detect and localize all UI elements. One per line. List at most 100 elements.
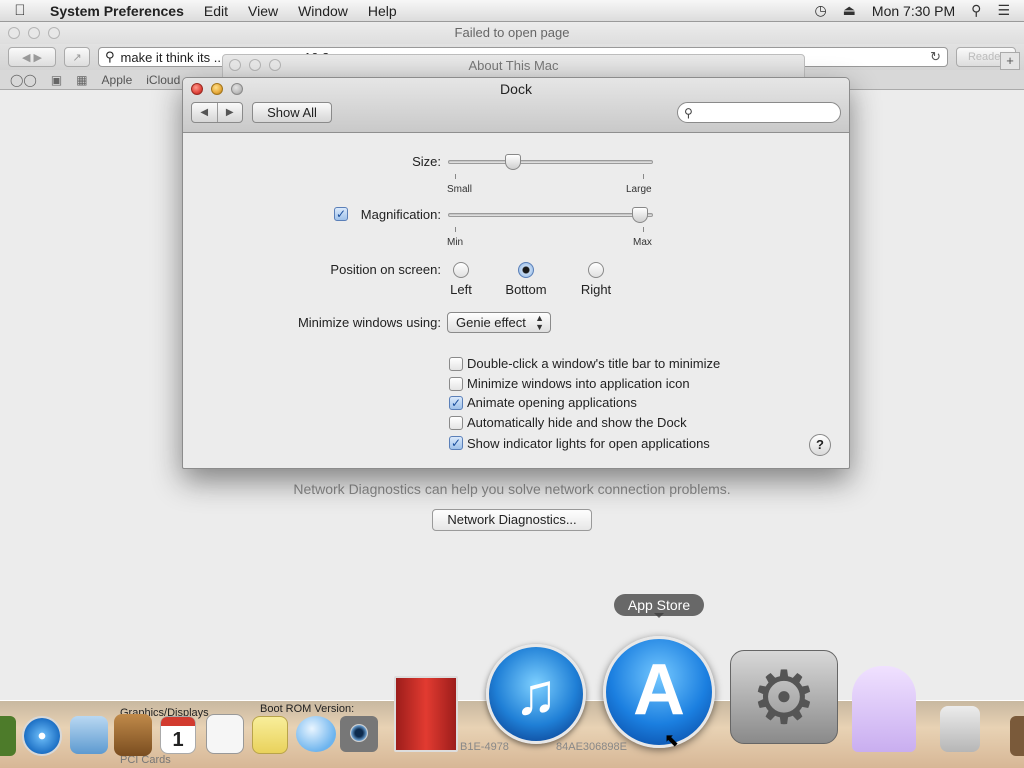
- mag-tick-min: [455, 227, 456, 232]
- mail-stamp-icon[interactable]: [70, 716, 108, 754]
- double-click-minimize-label: Double-click a window's title bar to min…: [467, 356, 721, 371]
- notes-icon[interactable]: [252, 716, 288, 754]
- spotlight-search-icon[interactable]: ⚲: [971, 2, 981, 19]
- magnification-checkbox[interactable]: ✓: [334, 207, 348, 221]
- position-bottom-label: Bottom: [505, 282, 547, 297]
- menu-window[interactable]: Window: [288, 0, 358, 22]
- help-button[interactable]: ?: [809, 434, 831, 456]
- minimize-icon[interactable]: [28, 27, 40, 39]
- dock-info-serial-a: B1E-4978: [460, 741, 509, 753]
- photo-booth-icon[interactable]: [394, 676, 458, 752]
- mag-tick-max: [643, 227, 644, 232]
- about-window-title: About This Mac: [468, 58, 559, 73]
- position-label: Position on screen:: [330, 262, 441, 277]
- system-preferences-gear-icon[interactable]: ⚙: [730, 650, 838, 744]
- size-tick-min: [455, 174, 456, 179]
- minimize-using-label: Minimize windows using:: [297, 315, 441, 330]
- animate-opening-checkbox[interactable]: ✓: [449, 396, 463, 410]
- close-icon[interactable]: [8, 27, 20, 39]
- messages-icon[interactable]: [296, 716, 336, 752]
- dock-tooltip: App Store: [614, 594, 704, 618]
- size-max-label: Large: [626, 184, 652, 195]
- dock-preferences-window: Dock ◀ ▶ Show All ⚲ Size: Small Large ✓ …: [182, 77, 850, 469]
- minimize-into-icon-checkbox[interactable]: [449, 377, 463, 391]
- safari-compass-icon[interactable]: [22, 716, 62, 756]
- magnification-max-label: Max: [633, 237, 652, 248]
- prefs-nav-buttons: ◀ ▶: [191, 102, 243, 123]
- forward-arrow-icon[interactable]: ▶: [216, 103, 243, 122]
- size-slider-knob[interactable]: [505, 154, 522, 170]
- notification-list-icon[interactable]: ☰: [997, 2, 1010, 19]
- bookmark-icloud[interactable]: iCloud: [146, 73, 180, 87]
- reload-icon[interactable]: ↻: [930, 49, 941, 65]
- apple-menu-icon[interactable]: : [0, 2, 40, 19]
- back-arrow-icon[interactable]: ◀: [192, 103, 217, 122]
- zoom-icon[interactable]: [48, 27, 60, 39]
- autohide-dock-checkbox[interactable]: [449, 416, 463, 430]
- position-bottom-radio[interactable]: [518, 262, 534, 278]
- menu-clock[interactable]: Mon 7:30 PM: [872, 3, 955, 19]
- app-store-icon[interactable]: A: [603, 636, 715, 748]
- prefs-search-input[interactable]: [696, 104, 827, 121]
- position-left-label: Left: [450, 282, 472, 297]
- bookmark-apple[interactable]: Apple: [102, 73, 133, 87]
- reminders-icon[interactable]: [206, 714, 244, 754]
- browser-title: Failed to open page: [454, 25, 570, 40]
- indicator-lights-checkbox[interactable]: ✓: [449, 436, 463, 450]
- network-diagnostics-button[interactable]: Network Diagnostics...: [432, 509, 592, 531]
- browser-window-controls: [8, 27, 60, 39]
- calendar-icon[interactable]: 1: [160, 716, 196, 754]
- minimize-into-icon-label: Minimize windows into application icon: [467, 376, 690, 391]
- close-icon[interactable]: [229, 59, 241, 71]
- animate-opening-label: Animate opening applications: [467, 395, 637, 410]
- prefs-title: Dock: [500, 81, 532, 97]
- dock-app-icon-left-edge[interactable]: [0, 716, 16, 756]
- popup-arrows-icon: ▲ ▼: [535, 313, 544, 332]
- facetime-camera-icon[interactable]: [340, 716, 378, 752]
- magnification-min-label: Min: [447, 237, 464, 248]
- mouse-pointer-icon: ⬉: [664, 730, 680, 750]
- prefs-search-field[interactable]: ⚲: [677, 102, 841, 123]
- share-icon[interactable]: ↗: [64, 47, 90, 67]
- browser-titlebar: Failed to open page: [0, 22, 1024, 44]
- size-slider[interactable]: [448, 154, 653, 170]
- setup-assistant-wizard-icon[interactable]: [852, 666, 916, 752]
- menu-view[interactable]: View: [238, 0, 288, 22]
- search-icon: ⚲: [684, 105, 693, 120]
- minimize-effect-popup[interactable]: Genie effect ▲ ▼: [447, 312, 551, 333]
- about-window-controls: [229, 59, 281, 71]
- autohide-dock-label: Automatically hide and show the Dock: [467, 415, 687, 430]
- show-all-button[interactable]: Show All: [252, 102, 332, 123]
- magnification-label: Magnification:: [360, 207, 441, 222]
- position-right-radio[interactable]: [588, 262, 604, 278]
- gear-icon: ⚙: [750, 656, 818, 739]
- bookmarks-book-icon[interactable]: ▣: [51, 73, 62, 87]
- menu-help[interactable]: Help: [358, 0, 407, 22]
- dock-info-bootrom: Boot ROM Version:: [260, 703, 355, 715]
- utility-app-icon[interactable]: [940, 706, 980, 752]
- eject-icon[interactable]: ⏏: [843, 2, 856, 19]
- dock-app-icon-right-edge[interactable]: [1010, 716, 1024, 756]
- dock-info-serial-b: 84AE306898E: [556, 741, 627, 753]
- size-label: Size:: [412, 154, 441, 169]
- app-store-a-icon: A: [633, 650, 685, 730]
- back-forward-buttons[interactable]: ◀ ▶: [8, 47, 56, 67]
- new-tab-icon[interactable]: +: [1000, 52, 1020, 70]
- itunes-note-icon[interactable]: ♫: [486, 644, 586, 744]
- music-note-icon: ♫: [514, 662, 558, 727]
- zoom-icon[interactable]: [269, 59, 281, 71]
- top-sites-grid-icon[interactable]: ▦: [76, 73, 87, 87]
- time-machine-icon[interactable]: ◷: [814, 2, 826, 19]
- position-right-label: Right: [580, 282, 612, 297]
- menu-edit[interactable]: Edit: [194, 0, 238, 22]
- reading-list-icon[interactable]: ◯◯: [10, 73, 37, 87]
- magnification-slider[interactable]: [448, 207, 653, 223]
- magnification-slider-knob[interactable]: [632, 207, 649, 223]
- menu-app-name[interactable]: System Preferences: [40, 0, 194, 22]
- address-book-icon[interactable]: [114, 714, 152, 756]
- network-diagnostics-text: Network Diagnostics can help you solve n…: [293, 481, 731, 497]
- minimize-effect-value: Genie effect: [456, 315, 526, 330]
- minimize-icon[interactable]: [249, 59, 261, 71]
- double-click-minimize-checkbox[interactable]: [449, 357, 463, 371]
- position-left-radio[interactable]: [453, 262, 469, 278]
